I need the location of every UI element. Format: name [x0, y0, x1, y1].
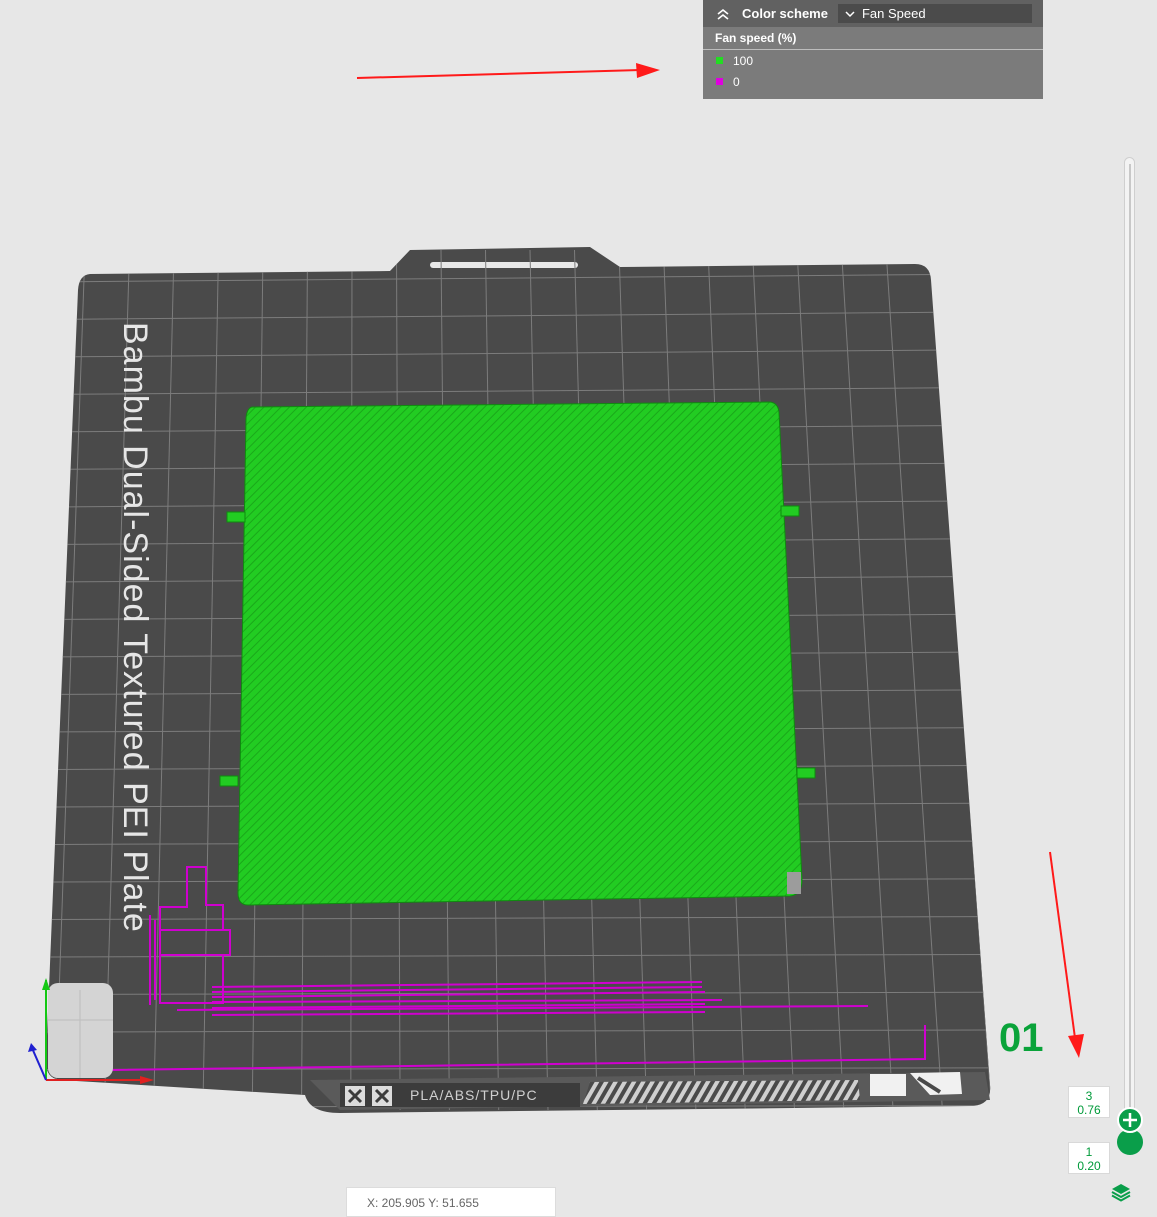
plate-number: 01	[999, 1016, 1044, 1060]
plate-materials: PLA/ABS/TPU/PC	[410, 1087, 538, 1103]
top-layer-height: 0.76	[1077, 1103, 1101, 1117]
bottom-layer-height: 0.20	[1077, 1159, 1101, 1173]
annotation-arrow-bottom	[1049, 851, 1084, 1058]
top-layer-thumb[interactable]	[1117, 1107, 1143, 1133]
plus-icon	[1123, 1113, 1137, 1127]
viewport-canvas[interactable]: PLA/ABS/TPU/PC Bambu Dual-Sided Textured…	[0, 0, 1157, 1206]
legend-item-label: 0	[733, 74, 740, 89]
bottom-layer-label: 1 0.20	[1068, 1142, 1110, 1174]
color-scheme-label: Color scheme	[742, 6, 828, 21]
layer-slider-rail	[1129, 164, 1131, 1114]
color-scheme-value: Fan Speed	[861, 6, 926, 21]
layers-icon[interactable]	[1110, 1181, 1132, 1203]
legend-swatch-magenta	[716, 78, 723, 85]
plate-name: Bambu Dual-Sided Textured PEI Plate	[116, 322, 154, 933]
printed-model[interactable]	[219, 401, 816, 906]
legend-item: 0	[703, 71, 1043, 92]
annotation-arrow-top	[356, 63, 660, 79]
legend-item: 100	[703, 50, 1043, 71]
cursor-coordinates: X: 205.905 Y: 51.655	[346, 1187, 556, 1217]
legend-item-label: 100	[733, 53, 754, 68]
legend-title: Fan speed (%)	[703, 27, 1043, 50]
top-layer-number: 3	[1085, 1089, 1093, 1103]
chevron-down-icon	[845, 10, 855, 17]
double-chevron-up-icon[interactable]	[715, 7, 731, 21]
color-scheme-select[interactable]: Fan Speed	[837, 4, 1032, 23]
legend-header[interactable]: Color scheme Fan Speed	[703, 0, 1043, 27]
layer-slider-track[interactable]	[1124, 157, 1135, 1122]
bottom-layer-number: 1	[1085, 1145, 1093, 1159]
legend-swatch-green	[716, 57, 723, 64]
top-layer-label: 3 0.76	[1068, 1086, 1110, 1118]
legend-panel: Color scheme Fan Speed Fan speed (%) 100…	[703, 0, 1043, 99]
